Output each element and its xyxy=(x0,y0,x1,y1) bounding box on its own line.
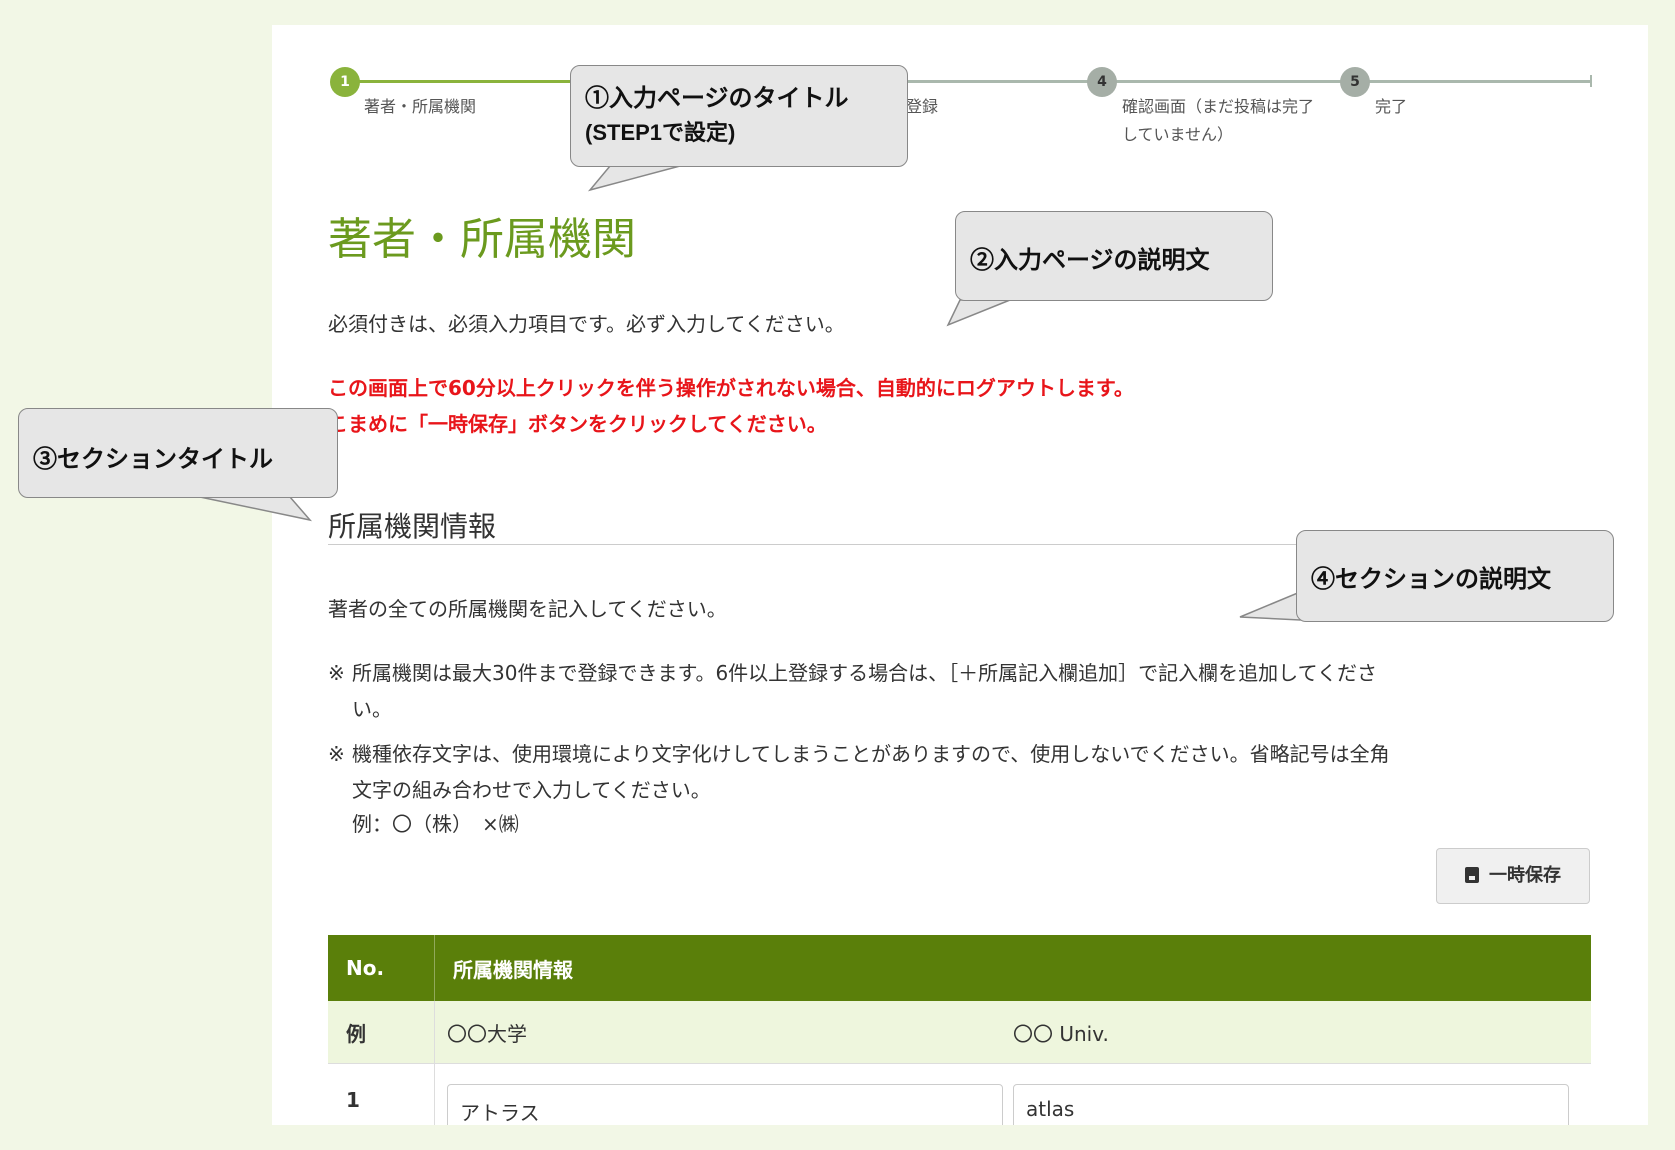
callout-page-description: ②入力ページの説明文 xyxy=(955,211,1273,301)
callout-1-line-2: (STEP1で設定) xyxy=(585,120,736,145)
callout-1-line-1: ①入力ページのタイトル xyxy=(585,85,849,112)
callout-section-title: ③セクションタイトル xyxy=(18,408,338,498)
callout-page-title: ①入力ページのタイトル (STEP1で設定) xyxy=(570,65,908,167)
callout-section-description: ④セクションの説明文 xyxy=(1296,530,1614,622)
